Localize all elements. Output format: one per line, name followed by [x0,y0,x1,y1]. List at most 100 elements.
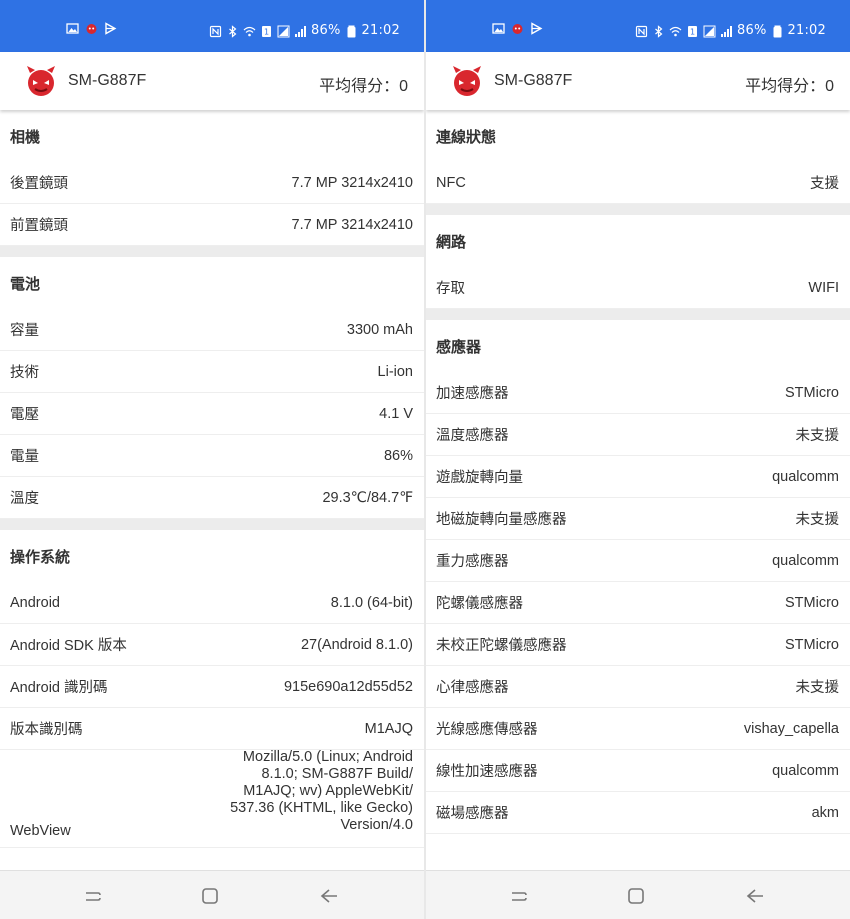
signal-bars-icon [720,25,733,38]
bluetooth-icon [226,24,239,38]
list-item: 技術 Li-ion [0,351,424,393]
list-item: 溫度感應器 未支援 [426,414,850,456]
notification-icons [492,22,543,35]
recent-apps-icon[interactable] [508,885,530,907]
device-name: SM-G887F [494,72,573,89]
section-divider [0,246,424,257]
section-title-battery: 電池 [10,276,41,293]
item-value: 7.7 MP 3214x2410 [291,174,413,191]
image-icon [492,22,505,35]
antutu-logo-icon [24,64,58,98]
list-item: 前置鏡頭 7.7 MP 3214x2410 [0,204,424,246]
item-label: WebView [10,823,71,839]
section-divider [426,204,850,215]
home-icon[interactable] [199,885,221,907]
signal-icon [703,25,716,38]
item-label: 存取 [436,281,465,297]
bluetooth-icon [652,24,665,38]
info-list[interactable]: 連線狀態 NFC 支援 網路 存取 WIFI 感應器 加速感應器 STMicro 溫度… [426,110,850,870]
list-item: WebView Mozilla/5.0 (Linux; Android 8.1.0… [0,749,424,848]
list-item: 遊戲旋轉向量 qualcomm [426,456,850,498]
svg-text:1: 1 [690,27,695,36]
item-value: Mozilla/5.0 (Linux; Android 8.1.0; SM-G8… [230,749,413,833]
item-label: 陀螺儀感應器 [436,596,523,612]
item-value: STMicro [785,636,839,653]
item-label: 重力感應器 [436,554,509,570]
list-item: 電壓 4.1 V [0,393,424,435]
score-value: 0 [399,78,408,95]
item-label: 溫度 [10,491,39,507]
item-value: 未支援 [795,680,840,696]
item-label: 溫度感應器 [436,428,509,444]
item-value: qualcomm [772,468,839,485]
item-value: vishay_capella [743,720,839,737]
wifi-icon [669,25,682,38]
item-value: qualcomm [772,552,839,569]
signal-bars-icon [294,25,307,38]
list-item: 存取 WIFI [426,267,850,309]
recent-apps-icon[interactable] [82,885,104,907]
section-divider [426,309,850,320]
notification-icons [66,22,117,35]
sim-icon: 1 [260,25,273,38]
item-label: 光線感應傳感器 [436,722,538,738]
item-label: 後置鏡頭 [10,176,68,192]
status-bar: 1 86% 21:02 [0,0,424,52]
score-label: 平均得分： [319,78,400,95]
list-item: 電量 86% [0,435,424,477]
navigation-bar [426,870,850,919]
device-name: SM-G887F [68,72,147,89]
svg-text:1: 1 [264,27,269,36]
list-item: 版本識別碼 M1AJQ [0,708,424,750]
battery-icon [345,25,358,38]
item-value: STMicro [785,384,839,401]
antutu-notification-icon [511,22,524,35]
system-status-icons: 1 86% 21:02 [635,22,826,40]
screenshot-left: 1 86% 21:02 SM-G887F 平均得分：0 相機 後置鏡頭 7.7 M… [0,0,424,919]
item-label: 前置鏡頭 [10,218,68,234]
home-icon[interactable] [625,885,647,907]
battery-percent: 86% [311,23,341,38]
signal-icon [277,25,290,38]
section-title-network: 網路 [436,234,467,251]
average-score: 平均得分：0 [745,72,834,96]
list-item: 線性加速感應器 qualcomm [426,750,850,792]
list-item: 後置鏡頭 7.7 MP 3214x2410 [0,162,424,204]
item-label: 技術 [10,365,39,381]
nfc-icon [209,25,222,38]
list-item: 陀螺儀感應器 STMicro [426,582,850,624]
item-label: 磁場感應器 [436,806,509,822]
list-item: 溫度 29.3℃/84.7℉ [0,477,424,519]
score-label: 平均得分： [745,78,826,95]
item-label: 線性加速感應器 [436,764,538,780]
item-value: 4.1 V [379,405,413,422]
item-value: WIFI [808,279,839,296]
item-label: 電量 [10,449,39,465]
screenshot-right: 1 86% 21:02 SM-G887F 平均得分：0 連線狀態 NFC 支援 網… [426,0,850,919]
list-item: Android 識別碼 915e690a12d55d52 [0,666,424,708]
app-bar: SM-G887F 平均得分：0 [0,52,424,110]
item-value: 86% [383,447,413,464]
item-label: NFC [436,174,466,191]
section-divider [0,519,424,530]
sim-icon: 1 [686,25,699,38]
info-list[interactable]: 相機 後置鏡頭 7.7 MP 3214x2410 前置鏡頭 7.7 MP 3214x… [0,110,424,870]
item-value: 27(Android 8.1.0) [300,636,413,653]
item-label: Android SDK 版本 [10,638,127,654]
item-value: 8.1.0 (64-bit) [330,594,413,611]
item-value: 7.7 MP 3214x2410 [291,216,413,233]
item-label: Android 識別碼 [10,680,108,696]
status-bar: 1 86% 21:02 [426,0,850,52]
antutu-logo-icon [450,64,484,98]
item-value: akm [811,804,839,821]
list-item: Android 8.1.0 (64-bit) [0,582,424,624]
back-icon[interactable] [744,885,766,907]
list-item: NFC 支援 [426,162,850,204]
item-value: STMicro [785,594,839,611]
clock: 21:02 [361,23,400,38]
item-label: 加速感應器 [436,386,509,402]
average-score: 平均得分：0 [319,72,408,96]
back-icon[interactable] [318,885,340,907]
list-item: 地磁旋轉向量感應器 未支援 [426,498,850,540]
item-label: 心律感應器 [436,680,509,696]
